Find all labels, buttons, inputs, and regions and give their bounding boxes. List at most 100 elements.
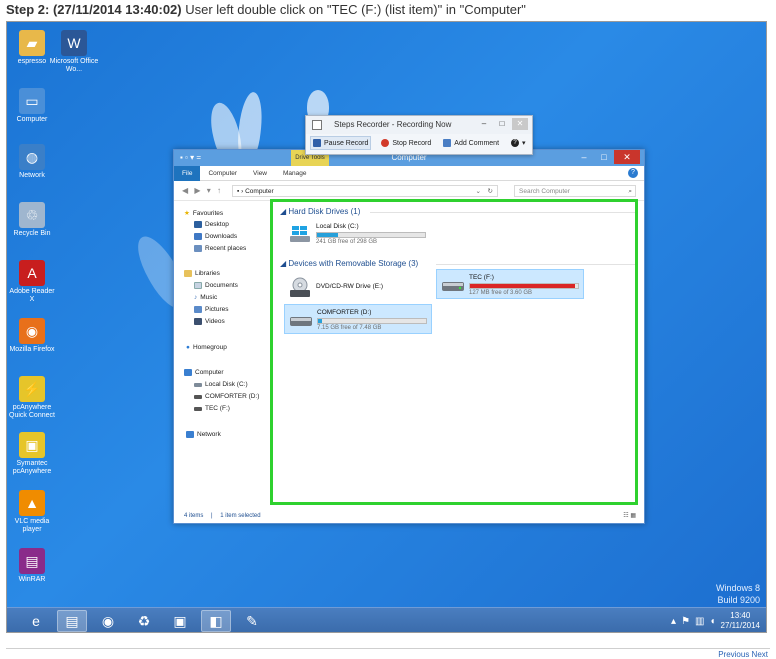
desktop-icon-pcanywhere[interactable]: ▣ Symantec pcAnywhere	[7, 432, 57, 476]
clock[interactable]: 13:40 27/11/2014	[721, 611, 760, 631]
pictures-icon	[194, 306, 202, 313]
search-input[interactable]: Search Computer ⌕	[514, 185, 636, 197]
system-tray: ▴ ⚑ ▥ ◖ 13:40 27/11/2014	[671, 611, 760, 631]
tab-computer[interactable]: Computer	[200, 166, 245, 181]
stop-record-button[interactable]: Stop Record	[379, 137, 433, 149]
nav-desktop[interactable]: Desktop	[194, 221, 229, 228]
footer-navigation: Previous Next	[718, 650, 768, 659]
drive-dvd-e[interactable]: DVD/CD-RW Drive (E:)	[284, 273, 434, 303]
help-icon: ?	[511, 139, 520, 147]
word-icon: W	[61, 30, 87, 56]
folder-icon: ▰	[19, 30, 45, 56]
firefox-icon: ◉	[19, 318, 45, 344]
content-pane: ◢ Hard Disk Drives (1) Local Disk (C:) 2…	[276, 201, 644, 511]
refresh-icon[interactable]: ↻	[488, 186, 493, 197]
desktop-icon-vlc[interactable]: ▲ VLC media player	[7, 490, 57, 534]
nav-pictures[interactable]: Pictures	[194, 306, 228, 313]
comment-icon	[443, 139, 452, 147]
nav-documents[interactable]: Documents	[194, 282, 238, 289]
pcanywhere-icon: ▣	[19, 432, 45, 458]
nav-favourites[interactable]: ★ Favourites	[184, 209, 223, 218]
minimize-button[interactable]: –	[574, 150, 594, 164]
steps-recorder-icon[interactable]: ◧	[201, 610, 231, 632]
volume-icon[interactable]: ◖	[710, 616, 716, 627]
drive-local-disk-c[interactable]: Local Disk (C:) 241 GB free of 298 GB	[284, 219, 434, 249]
status-separator: |	[211, 513, 213, 519]
drive-tec-f[interactable]: TEC (F:) 127 MB free of 3.60 GB	[436, 269, 584, 299]
recorder-minimize-button[interactable]: –	[476, 118, 492, 130]
libraries-icon	[184, 270, 192, 277]
status-bar: 4 items | 1 item selected ☷ ▦	[174, 509, 644, 523]
explorer-window[interactable]: ▪ ▫ ▾ = Drive Tools Computer – □ ✕ File …	[173, 149, 645, 524]
videos-icon	[194, 318, 202, 325]
clock-time: 13:40	[730, 611, 751, 620]
nav-downloads[interactable]: Downloads	[194, 233, 237, 240]
group-removable-storage[interactable]: ◢ Devices with Removable Storage (3)	[280, 259, 418, 268]
nav-recent-places[interactable]: Recent places	[194, 245, 246, 252]
recorder-help-button[interactable]: ? ▾	[509, 137, 528, 149]
recycle-icon[interactable]: ♻	[129, 610, 159, 632]
flag-icon[interactable]: ⚑	[681, 616, 690, 627]
usage-bar	[469, 283, 579, 289]
nav-music[interactable]: ♪ Music	[194, 294, 217, 301]
status-item-count: 4 items	[184, 513, 204, 519]
network-app-icon[interactable]: ▣	[165, 610, 195, 632]
stop-icon	[381, 139, 390, 147]
clock-date: 27/11/2014	[720, 621, 760, 630]
file-explorer-icon[interactable]: ▤	[57, 610, 87, 632]
maximize-button[interactable]: □	[594, 150, 614, 164]
view-toggle-icons[interactable]: ☷ ▦	[623, 509, 636, 523]
usage-bar	[317, 318, 427, 324]
help-icon[interactable]: ?	[628, 168, 638, 178]
desktop-icon-network[interactable]: ◍ Network	[7, 144, 57, 180]
network-tray-icon[interactable]: ▥	[695, 616, 704, 627]
chevron-down-icon[interactable]: ⌄	[476, 186, 481, 197]
nav-libraries[interactable]: Libraries	[184, 270, 220, 277]
desktop-icon-computer[interactable]: ▭ Computer	[7, 88, 57, 124]
close-button[interactable]: ✕	[614, 150, 640, 164]
previous-link[interactable]: Previous	[718, 650, 749, 659]
tab-view[interactable]: View	[245, 166, 275, 181]
add-comment-button[interactable]: Add Comment	[441, 137, 501, 149]
tab-manage[interactable]: Manage	[275, 166, 315, 181]
desktop: ▰ espresso W Microsoft Office Wo... ▭ Compute…	[7, 22, 766, 607]
next-link[interactable]: Next	[752, 650, 768, 659]
pause-record-button[interactable]: Pause Record	[310, 136, 372, 150]
tool-icon[interactable]: ✎	[237, 610, 267, 632]
nav-local-disk-c[interactable]: Local Disk (C:)	[194, 381, 248, 388]
desktop-icon-quick-connect[interactable]: ⚡ pcAnywhere Quick Connect	[7, 376, 57, 420]
nav-network[interactable]: Network	[186, 431, 221, 438]
recorder-titlebar[interactable]: Steps Recorder - Recording Now – □ ✕	[306, 116, 532, 134]
firefox-icon[interactable]: ◉	[93, 610, 123, 632]
nav-comforter-d[interactable]: COMFORTER (D:)	[194, 393, 259, 400]
tray-arrow-icon[interactable]: ▴	[671, 616, 676, 627]
drive-comforter-d[interactable]: COMFORTER (D:) 7.15 GB free of 7.48 GB	[284, 304, 432, 334]
nav-tec-f[interactable]: TEC (F:)	[194, 405, 230, 412]
recorder-close-button[interactable]: ✕	[512, 118, 528, 130]
drive-icon	[194, 406, 202, 411]
desktop-icon-adobe-reader[interactable]: A Adobe Reader X	[7, 260, 57, 304]
status-selected-count: 1 item selected	[220, 513, 261, 519]
search-icon[interactable]: ⌕	[628, 186, 632, 197]
usage-fill	[470, 284, 575, 288]
desktop-icon-word[interactable]: W Microsoft Office Wo...	[49, 30, 99, 74]
address-bar[interactable]: ▪ › Computer ⌄ ↻	[232, 185, 498, 197]
group-hard-disk-drives[interactable]: ◢ Hard Disk Drives (1)	[280, 207, 360, 216]
winrar-icon: ▤	[19, 548, 45, 574]
nav-videos[interactable]: Videos	[194, 318, 225, 325]
nav-computer[interactable]: Computer	[184, 369, 224, 376]
nav-buttons[interactable]: ◀ ▶ ▾ ↑	[182, 186, 223, 195]
drive-icon	[194, 382, 202, 387]
step-caption: Step 2: (27/11/2014 13:40:02) User left …	[6, 2, 526, 17]
desktop-icon-recycle-bin[interactable]: ♲ Recycle Bin	[7, 202, 57, 238]
recorder-maximize-button[interactable]: □	[494, 118, 510, 130]
watermark-os: Windows 8	[715, 583, 760, 593]
ie-icon[interactable]: e	[21, 610, 51, 632]
desktop-icon-winrar[interactable]: ▤ WinRAR	[7, 548, 57, 584]
nav-homegroup[interactable]: ● Homegroup	[186, 344, 227, 351]
tab-file[interactable]: File	[174, 165, 201, 181]
drive-free-space: 241 GB free of 298 GB	[316, 239, 378, 245]
desktop-icon-firefox[interactable]: ◉ Mozilla Firefox	[7, 318, 57, 354]
steps-recorder-window[interactable]: Steps Recorder - Recording Now – □ ✕ Pau…	[305, 115, 533, 155]
screenshot-frame: ▰ espresso W Microsoft Office Wo... ▭ Compute…	[6, 21, 767, 633]
